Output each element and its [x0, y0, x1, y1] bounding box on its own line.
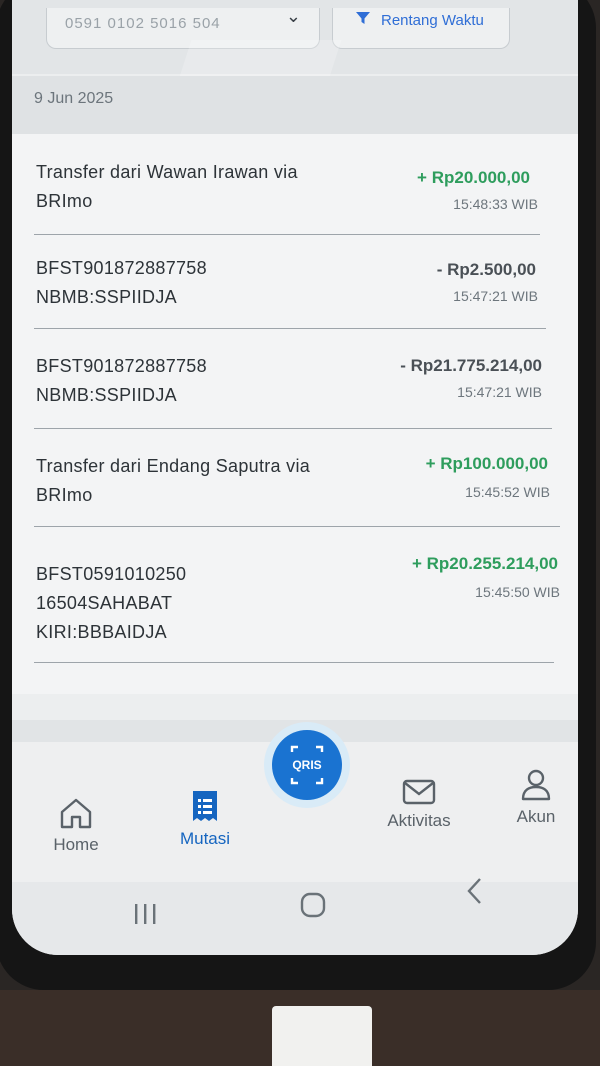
row-divider [34, 526, 560, 527]
transaction-amount: - Rp2.500,00 [436, 260, 536, 279]
home-circle-icon[interactable] [300, 892, 326, 923]
transaction-list: Transfer dari Wawan Irawan via BRImo + R… [12, 134, 578, 694]
transaction-description: BFST0591010250 16504SAHABAT KIRI:BBBAIDJ… [36, 564, 187, 642]
nav-home[interactable]: Home [40, 796, 112, 855]
back-icon[interactable] [464, 876, 486, 911]
home-icon [58, 798, 94, 834]
filter-icon [355, 10, 371, 31]
transaction-description: BFST901872887758 NBMB:SSPIIDJA [36, 356, 207, 405]
date-group-label: 9 Jun 2025 [34, 90, 114, 107]
date-range-filter-button[interactable]: Rentang Waktu [332, 8, 510, 49]
transaction-amount: + Rp20.255.214,00 [411, 554, 558, 573]
qris-icon: QRIS [272, 745, 342, 804]
chevron-down-icon: ⌄ [285, 6, 301, 26]
row-divider [34, 662, 554, 663]
usb-cable [272, 1006, 372, 1066]
transaction-time: 15:48:33 WIB [453, 196, 538, 212]
mail-icon [402, 779, 436, 810]
transaction-amount: + Rp100.000,00 [425, 454, 548, 473]
app-screen: 0591 0102 5016 504 ⌄ Rentang Waktu 9 Jun… [12, 0, 578, 955]
transaction-time: 15:45:50 WIB [475, 584, 560, 600]
row-divider [34, 328, 546, 329]
transaction-description: Transfer dari Endang Saputra via BRImo [36, 456, 311, 505]
system-navigation-bar [12, 878, 578, 955]
date-group-header: 9 Jun 2025 [12, 76, 578, 134]
nav-mutasi[interactable]: Mutasi [170, 790, 240, 849]
nav-akun-label: Akun [516, 807, 556, 826]
transaction-time: 15:47:21 WIB [457, 384, 542, 400]
qris-fab-ring: QRIS [264, 722, 350, 808]
nav-aktivitas-label: Aktivitas [387, 811, 451, 830]
transaction-time: 15:47:21 WIB [453, 288, 538, 304]
user-icon [520, 769, 552, 806]
transaction-description: BFST901872887758 NBMB:SSPIIDJA [36, 258, 207, 307]
row-divider [34, 428, 552, 429]
nav-aktivitas[interactable]: Aktivitas [376, 778, 462, 831]
transaction-description: Transfer dari Wawan Irawan via BRImo [36, 162, 298, 211]
qris-label: QRIS [292, 758, 321, 772]
nav-home-label: Home [53, 835, 99, 854]
recents-icon[interactable] [132, 902, 158, 931]
date-filter-label: Rentang Waktu [381, 12, 484, 29]
transaction-time: 15:45:52 WIB [465, 484, 550, 500]
phone-body: 0591 0102 5016 504 ⌄ Rentang Waktu 9 Jun… [0, 0, 596, 990]
qris-button[interactable]: QRIS [272, 730, 342, 800]
row-divider [34, 234, 540, 235]
nav-mutasi-label: Mutasi [179, 829, 231, 848]
nav-akun[interactable]: Akun [506, 768, 566, 827]
account-number: 0591 0102 5016 504 [65, 15, 221, 32]
transaction-amount: - Rp21.775.214,00 [400, 356, 542, 375]
transaction-amount: + Rp20.000,00 [417, 168, 530, 187]
mutasi-icon [190, 791, 220, 828]
